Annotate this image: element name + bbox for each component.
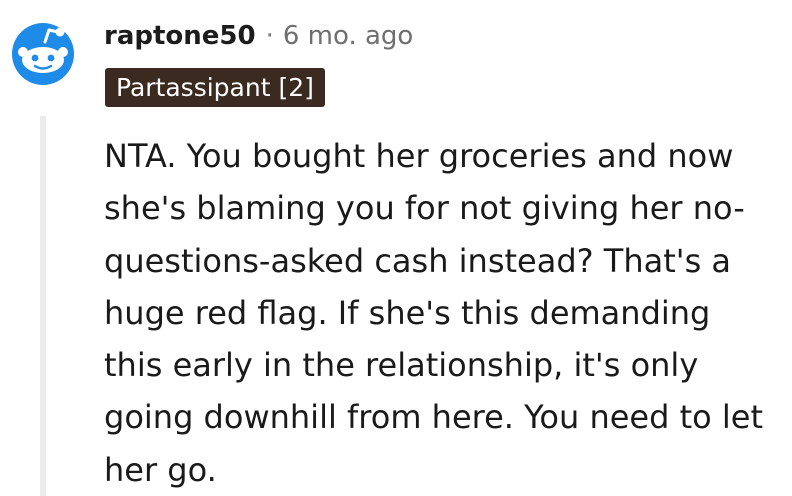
- username-link[interactable]: raptone50: [104, 21, 256, 51]
- comment-meta: raptone50 · 6 mo. ago: [104, 16, 413, 56]
- thread-collapse-line[interactable]: [40, 116, 46, 496]
- user-flair-badge: Partassipant [2]: [105, 68, 325, 107]
- comment: raptone50 · 6 mo. ago Partassipant [2] N…: [0, 0, 792, 496]
- comment-body: NTA. You bought her groceries and now sh…: [104, 137, 763, 489]
- meta-separator: ·: [265, 21, 274, 51]
- timestamp-link[interactable]: 6 mo. ago: [283, 21, 413, 51]
- reddit-snoo-avatar-icon[interactable]: [11, 22, 75, 86]
